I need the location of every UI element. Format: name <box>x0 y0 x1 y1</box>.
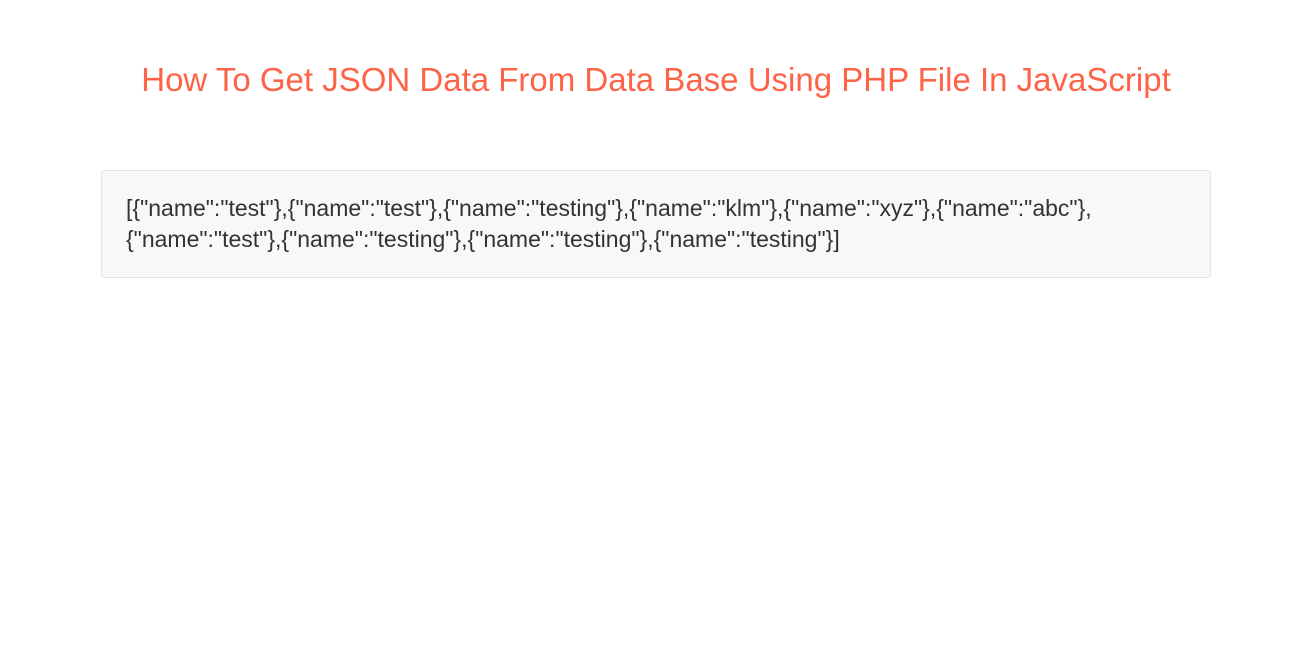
json-output-box: [{"name":"test"},{"name":"test"},{"name"… <box>101 170 1211 278</box>
json-output-text: [{"name":"test"},{"name":"test"},{"name"… <box>126 195 1092 252</box>
page-container: How To Get JSON Data From Data Base Usin… <box>86 60 1226 278</box>
page-title: How To Get JSON Data From Data Base Usin… <box>101 60 1211 100</box>
